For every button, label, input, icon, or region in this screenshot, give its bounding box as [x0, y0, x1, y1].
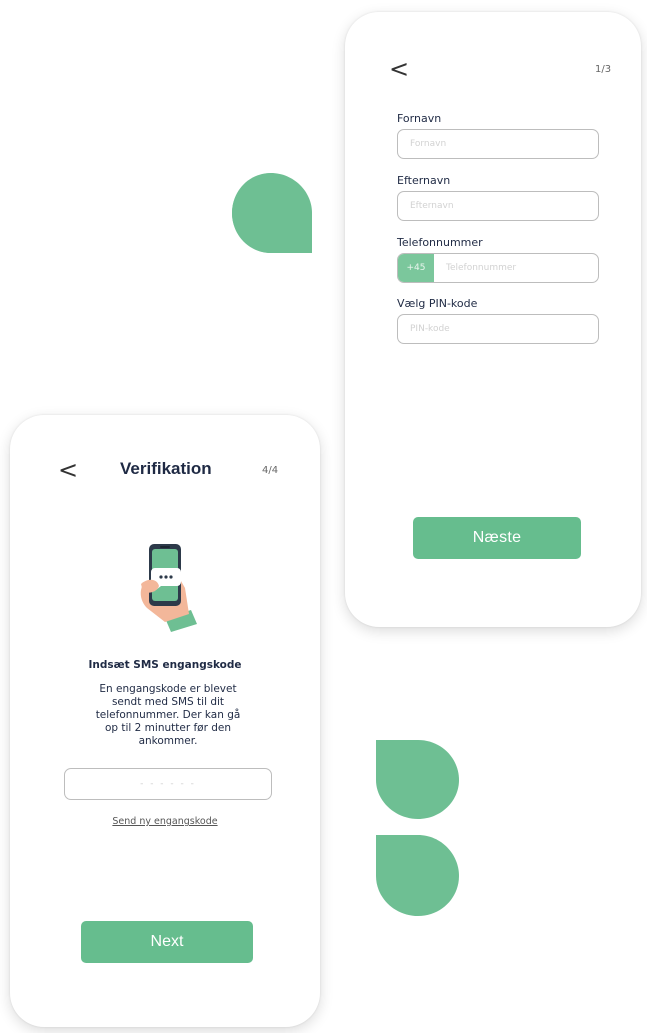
registration-phone-screen: < 1/3 Fornavn Fornavn Efternavn Efternav… [345, 12, 641, 627]
sms-code-placeholder: - - - - - - [140, 779, 196, 789]
teardrop-shape-middle [376, 740, 459, 819]
step-indicator: 4/4 [262, 465, 279, 476]
pin-code-label: Vælg PIN-kode [397, 297, 478, 310]
first-name-label: Fornavn [397, 112, 442, 125]
verification-phone-screen: < Verifikation 4/4 Indsæt SMS engangskod… [10, 415, 320, 1027]
phone-number-label: Telefonnummer [397, 236, 483, 249]
phone-in-hand-sms-icon [140, 544, 197, 632]
first-name-field[interactable]: Fornavn [397, 129, 599, 159]
last-name-placeholder: Efternavn [410, 201, 454, 211]
step-indicator: 1/3 [595, 64, 612, 75]
page-title: Verifikation [120, 459, 212, 478]
first-name-placeholder: Fornavn [410, 139, 447, 149]
back-button[interactable]: < [389, 57, 409, 81]
next-button[interactable]: Næste [413, 517, 581, 559]
back-button[interactable]: < [58, 458, 78, 482]
next-button[interactable]: Next [81, 921, 253, 963]
resend-code-link[interactable]: Send ny engangskode [10, 816, 320, 827]
sms-code-heading: Indsæt SMS engangskode [88, 659, 242, 671]
sms-code-input[interactable]: - - - - - - [64, 768, 272, 800]
last-name-label: Efternavn [397, 174, 451, 187]
pin-code-placeholder: PIN-kode [410, 324, 450, 334]
last-name-field[interactable]: Efternavn [397, 191, 599, 221]
country-code-prefix: +45 [398, 254, 434, 282]
teardrop-shape-bottom [376, 835, 459, 916]
phone-number-placeholder: Telefonnummer [446, 263, 517, 273]
phone-number-field[interactable]: +45 Telefonnummer [397, 253, 599, 283]
teardrop-shape-top [232, 173, 312, 253]
pin-code-field[interactable]: PIN-kode [397, 314, 599, 344]
sms-code-description: En engangskode er blevet sendt med SMS t… [95, 683, 241, 747]
